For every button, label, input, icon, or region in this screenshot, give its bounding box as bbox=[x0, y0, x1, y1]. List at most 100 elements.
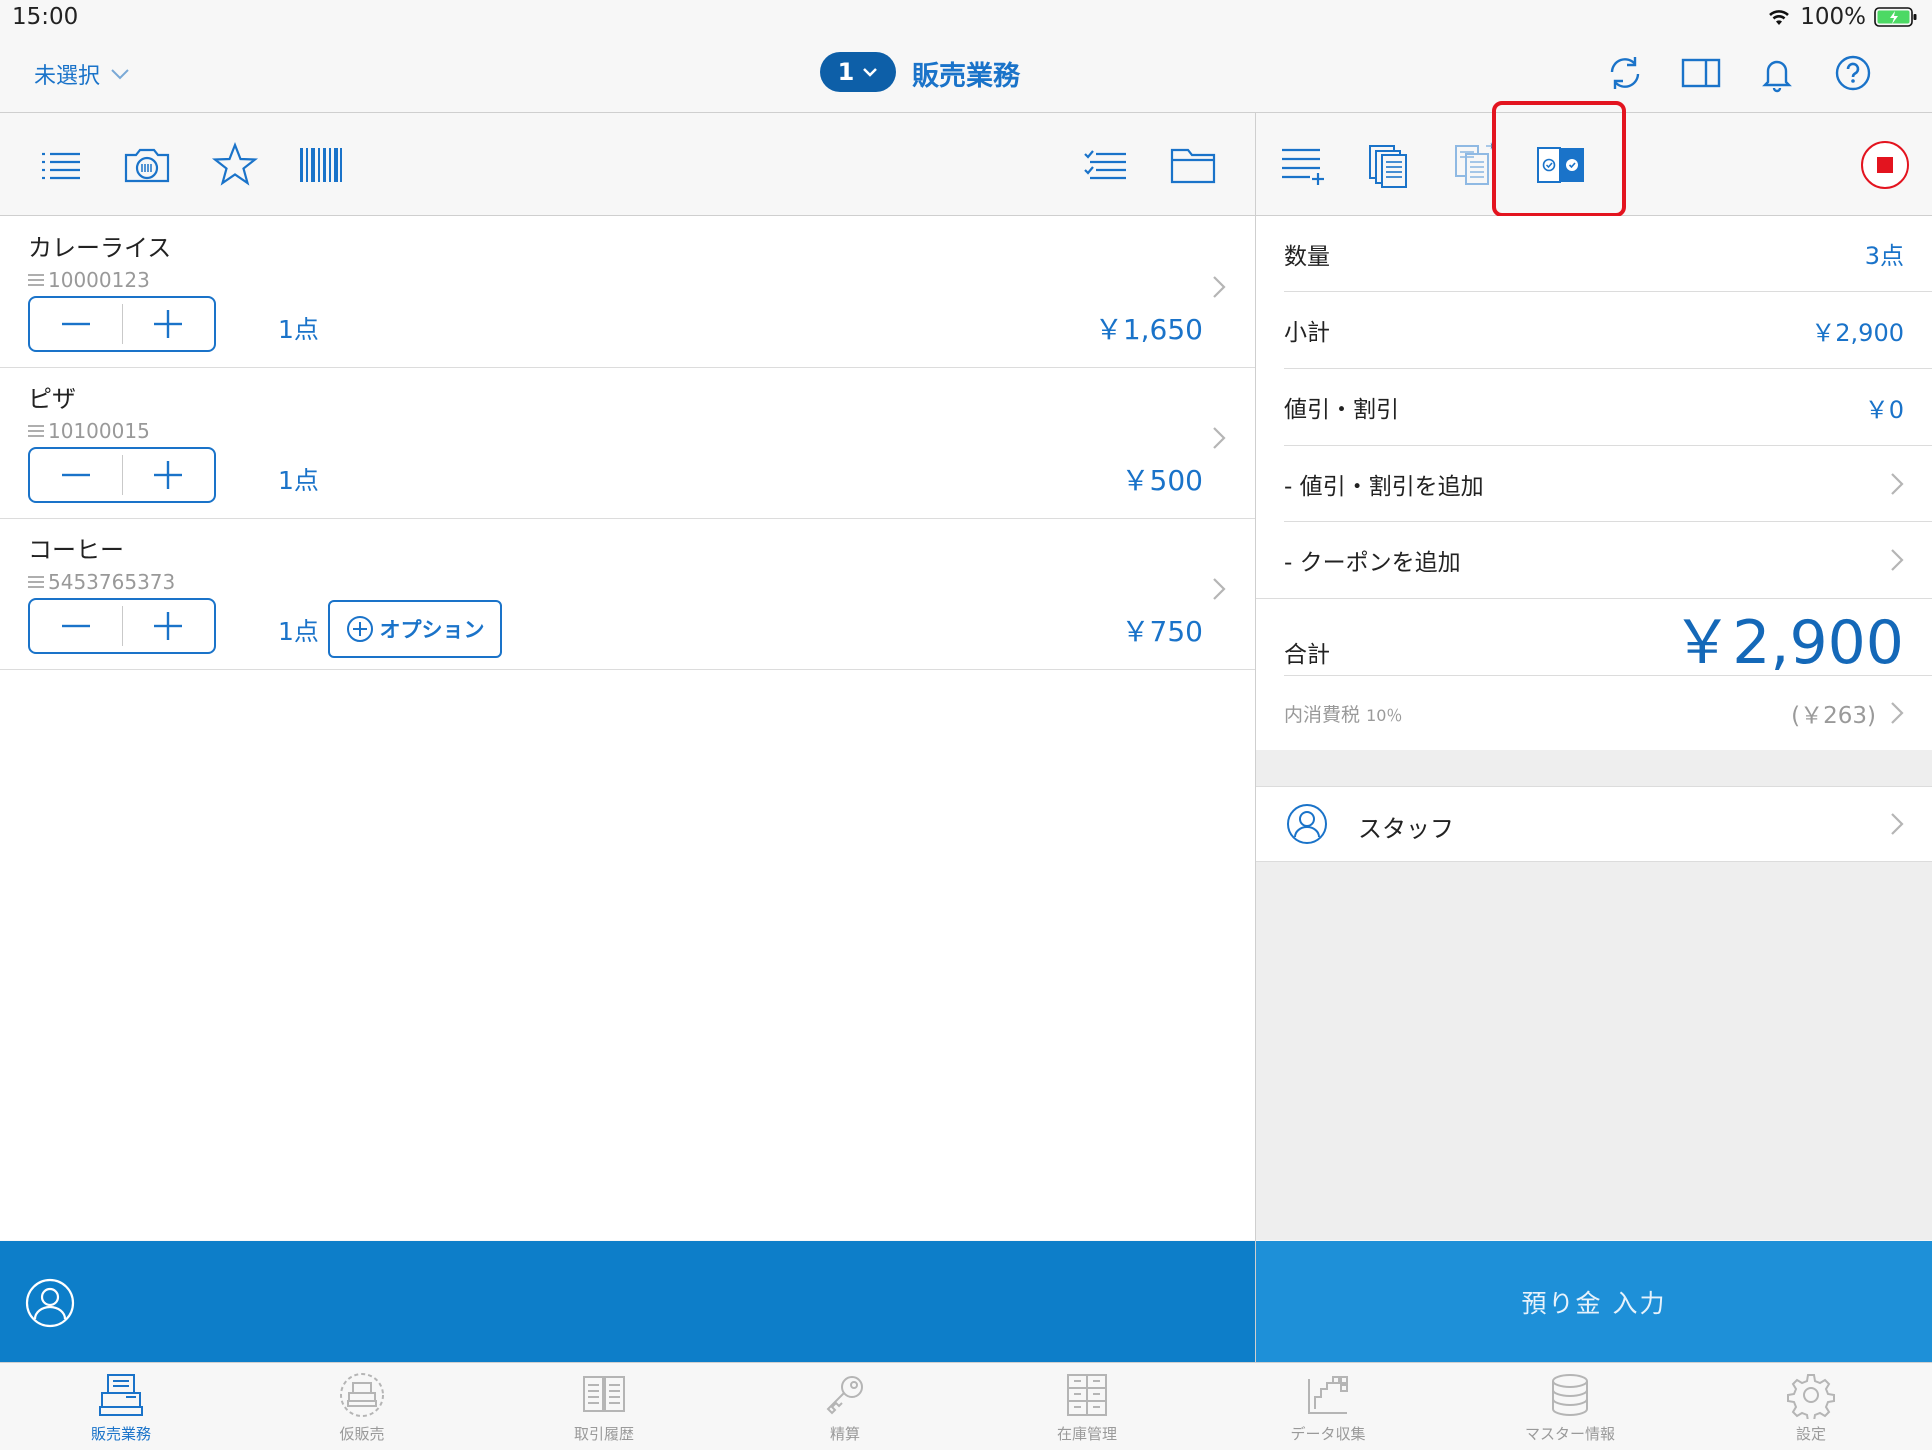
menu-lines-icon bbox=[28, 273, 44, 287]
quantity-stepper bbox=[28, 447, 216, 503]
quantity-label: 数量 bbox=[1284, 243, 1330, 270]
add-discount-label: - 値引・割引を追加 bbox=[1284, 473, 1484, 500]
gear-icon bbox=[1786, 1371, 1836, 1419]
staff-label: スタッフ bbox=[1358, 815, 1454, 843]
help-icon[interactable] bbox=[1832, 52, 1874, 94]
item-name: コーヒー bbox=[28, 536, 124, 564]
item-code: 5453765373 bbox=[48, 570, 176, 594]
sync-icon[interactable] bbox=[1604, 52, 1646, 94]
increment-button[interactable] bbox=[123, 298, 215, 350]
add-discount-row[interactable]: - 値引・割引を追加 bbox=[1284, 446, 1932, 522]
plus-circle-icon bbox=[346, 615, 374, 643]
register-selector[interactable]: 1 bbox=[820, 52, 896, 92]
item-quantity: 1点 bbox=[278, 617, 319, 646]
chevron-down-icon bbox=[862, 67, 878, 77]
battery-level: 100% bbox=[1800, 4, 1866, 30]
store-selector[interactable]: 未選択 bbox=[34, 58, 130, 90]
deposit-button[interactable]: 預り金 入力 bbox=[1256, 1241, 1932, 1362]
item-price: ￥750 bbox=[1121, 615, 1203, 648]
tab-settings[interactable]: 設定 bbox=[1741, 1371, 1881, 1444]
tab-sales[interactable]: 販売業務 bbox=[51, 1371, 191, 1444]
add-coupon-row[interactable]: - クーポンを追加 bbox=[1256, 522, 1932, 599]
temp-sale-icon bbox=[337, 1371, 387, 1419]
history-icon bbox=[579, 1371, 629, 1419]
tab-settlement[interactable]: 精算 bbox=[775, 1371, 915, 1444]
tab-history[interactable]: 取引履歴 bbox=[534, 1371, 674, 1444]
decrement-button[interactable] bbox=[30, 600, 122, 652]
increment-button[interactable] bbox=[123, 600, 215, 652]
list-item[interactable]: カレーライス 10000123 1点 ￥1,650 bbox=[0, 216, 1255, 368]
chevron-right-icon bbox=[1211, 425, 1227, 451]
tab-temp-sale[interactable]: 仮販売 bbox=[292, 1371, 432, 1444]
chevron-down-icon bbox=[110, 68, 130, 80]
item-name: カレーライス bbox=[28, 234, 172, 262]
split-view-icon[interactable] bbox=[1680, 52, 1722, 94]
chevron-right-icon bbox=[1890, 472, 1904, 496]
summary-panel: 数量 3点 小計 ￥2,900 値引・割引 ￥0 - 値引・割引を追加 - クー… bbox=[1256, 216, 1932, 1240]
inventory-icon bbox=[1062, 1371, 1112, 1419]
decrement-button[interactable] bbox=[30, 449, 122, 501]
tab-label: 仮販売 bbox=[339, 1425, 385, 1443]
tab-inventory[interactable]: 在庫管理 bbox=[1017, 1371, 1157, 1444]
total-value: ￥2,900 bbox=[1672, 607, 1904, 678]
status-time: 15:00 bbox=[12, 4, 79, 30]
add-line-icon[interactable] bbox=[1278, 140, 1328, 190]
decrement-button[interactable] bbox=[30, 298, 122, 350]
option-button-label: オプション bbox=[379, 618, 485, 642]
item-price: ￥500 bbox=[1121, 464, 1203, 497]
menu-lines-icon bbox=[28, 575, 44, 589]
tab-data-collection[interactable]: データ収集 bbox=[1258, 1371, 1398, 1444]
register-icon bbox=[96, 1371, 146, 1419]
staff-row[interactable]: スタッフ bbox=[1256, 786, 1932, 862]
tax-label-group: 内消費税 10％ bbox=[1284, 700, 1402, 727]
store-selector-label: 未選択 bbox=[34, 64, 101, 89]
discount-row: 値引・割引 ￥0 bbox=[1284, 369, 1932, 446]
database-icon bbox=[1545, 1371, 1595, 1419]
tax-row[interactable]: 内消費税 10％ (￥263) bbox=[1284, 676, 1932, 750]
quantity-row: 数量 3点 bbox=[1284, 216, 1932, 292]
tax-value: (￥263) bbox=[1791, 703, 1876, 729]
list-item[interactable]: コーヒー 5453765373 1点 オプション ￥750 bbox=[0, 518, 1255, 670]
tax-rate: 10％ bbox=[1366, 705, 1403, 725]
checklist-icon[interactable] bbox=[1080, 140, 1130, 190]
chevron-right-icon bbox=[1211, 576, 1227, 602]
bell-icon[interactable] bbox=[1756, 52, 1798, 94]
register-number: 1 bbox=[837, 58, 855, 86]
total-row: 合計 ￥2,900 bbox=[1284, 599, 1932, 678]
list-icon[interactable] bbox=[36, 140, 86, 190]
tab-label: マスター情報 bbox=[1524, 1425, 1615, 1443]
copy-documents-icon[interactable] bbox=[1364, 140, 1414, 190]
barcode-icon[interactable] bbox=[296, 140, 346, 190]
chevron-right-icon bbox=[1211, 274, 1227, 300]
left-toolbar bbox=[0, 113, 1255, 216]
chevron-right-icon bbox=[1890, 548, 1904, 572]
quantity-stepper bbox=[28, 598, 216, 654]
item-code: 10100015 bbox=[48, 419, 150, 443]
customer-icon[interactable] bbox=[24, 1277, 76, 1329]
quantity-value: 3点 bbox=[1864, 242, 1904, 270]
list-item[interactable]: ピザ 10100015 1点 ￥500 bbox=[0, 367, 1255, 519]
status-indicators: 100% bbox=[1766, 4, 1918, 30]
battery-icon bbox=[1874, 6, 1918, 28]
subtotal-value: ￥2,900 bbox=[1811, 318, 1904, 347]
chevron-right-icon bbox=[1890, 812, 1904, 836]
key-icon bbox=[820, 1371, 870, 1419]
option-button[interactable]: オプション bbox=[328, 600, 502, 658]
tab-label: 販売業務 bbox=[90, 1425, 151, 1443]
tax-value-group: (￥263) bbox=[1791, 696, 1904, 730]
navigation-bar: 未選択 1 販売業務 bbox=[0, 36, 1932, 113]
item-code: 10000123 bbox=[48, 268, 150, 292]
tab-label: 取引履歴 bbox=[573, 1425, 634, 1443]
increment-button[interactable] bbox=[123, 449, 215, 501]
tab-bar: 販売業務 仮販売 取引履歴 精算 在庫管理 データ収集 マスター情報 設定 bbox=[0, 1362, 1932, 1450]
item-name: ピザ bbox=[28, 385, 76, 413]
item-code-row: 10100015 bbox=[28, 419, 150, 443]
star-icon[interactable] bbox=[210, 140, 260, 190]
deposit-button-label: 預り金 入力 bbox=[1521, 1288, 1667, 1318]
camera-scan-icon[interactable] bbox=[122, 140, 172, 190]
subtotal-row: 小計 ￥2,900 bbox=[1284, 292, 1932, 369]
folder-icon[interactable] bbox=[1168, 140, 1218, 190]
tab-master-info[interactable]: マスター情報 bbox=[1500, 1371, 1640, 1444]
stop-icon[interactable] bbox=[1860, 140, 1910, 190]
tax-label: 内消費税 bbox=[1284, 703, 1361, 726]
